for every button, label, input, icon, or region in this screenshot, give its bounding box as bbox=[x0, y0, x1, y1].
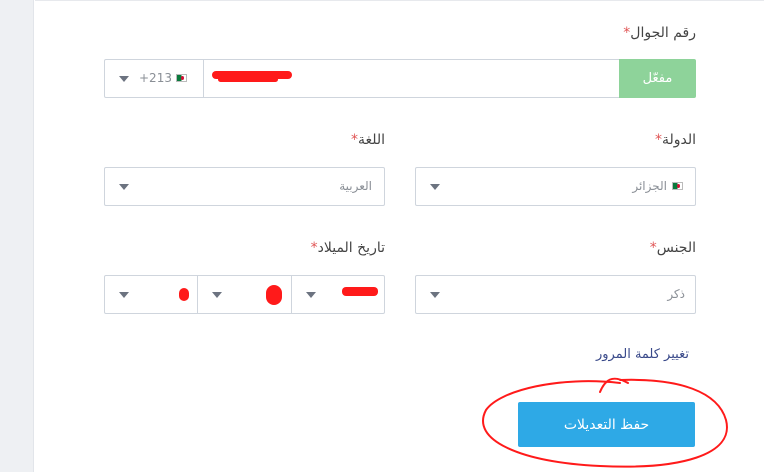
change-password-link[interactable]: تغيير كلمة المرور bbox=[596, 347, 689, 362]
language-value: العربية bbox=[339, 179, 372, 193]
phone-label: رقم الجوال* bbox=[619, 25, 696, 41]
country-code-value: +213 bbox=[139, 71, 172, 85]
country-code-select[interactable]: +213 bbox=[104, 59, 204, 98]
language-label-text: اللغة bbox=[357, 132, 385, 148]
redaction-scribble bbox=[342, 287, 378, 296]
chevron-down-icon bbox=[430, 292, 440, 298]
country-select[interactable]: الجزائر bbox=[415, 167, 696, 206]
redaction-scribble bbox=[179, 288, 189, 301]
gender-value: ذكر bbox=[667, 287, 685, 301]
country-label-text: الدولة bbox=[661, 132, 696, 148]
algeria-flag-icon bbox=[672, 182, 683, 190]
country-label: الدولة* bbox=[651, 132, 696, 148]
language-select[interactable]: العربية bbox=[104, 167, 385, 206]
birthdate-label-text: تاريخ الميلاد bbox=[317, 240, 385, 256]
language-label: اللغة* bbox=[347, 132, 385, 148]
top-divider bbox=[35, 0, 764, 1]
chevron-down-icon bbox=[306, 292, 316, 298]
required-mark: * bbox=[310, 240, 318, 256]
required-mark: * bbox=[654, 132, 662, 148]
required-mark: * bbox=[350, 132, 358, 148]
chevron-down-icon bbox=[119, 76, 129, 82]
phone-label-text: رقم الجوال bbox=[630, 25, 696, 41]
birth-day-select[interactable] bbox=[291, 275, 385, 314]
algeria-flag-icon bbox=[176, 74, 187, 82]
side-panel bbox=[0, 0, 34, 472]
gender-label-text: الجنس bbox=[656, 240, 696, 256]
gender-select[interactable]: ذكر bbox=[415, 275, 696, 314]
required-mark: * bbox=[649, 240, 657, 256]
chevron-down-icon bbox=[212, 292, 222, 298]
verified-button[interactable]: مفعّل bbox=[619, 59, 696, 98]
birth-month-select[interactable] bbox=[197, 275, 292, 314]
redaction-scribble bbox=[266, 285, 282, 305]
country-value: الجزائر bbox=[632, 179, 667, 193]
phone-input[interactable] bbox=[204, 59, 620, 98]
chevron-down-icon bbox=[119, 292, 129, 298]
birth-year-select[interactable] bbox=[104, 275, 198, 314]
save-changes-button[interactable]: حفظ التعديلات bbox=[518, 402, 695, 447]
redaction-scribble bbox=[218, 77, 278, 82]
gender-label: الجنس* bbox=[646, 240, 696, 256]
birthdate-label: تاريخ الميلاد* bbox=[307, 240, 385, 256]
chevron-down-icon bbox=[119, 184, 129, 190]
chevron-down-icon bbox=[430, 184, 440, 190]
